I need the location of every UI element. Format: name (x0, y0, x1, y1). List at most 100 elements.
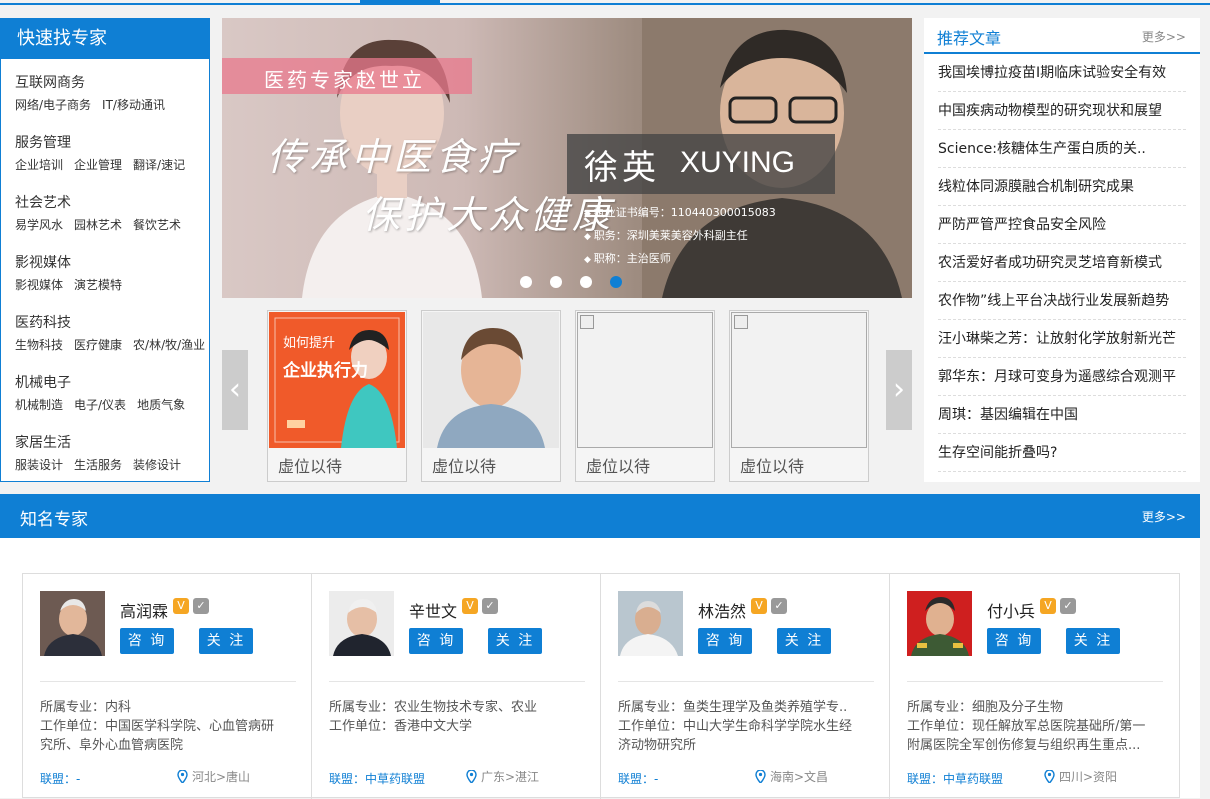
location-pin-icon (755, 770, 766, 783)
expert-league[interactable]: 联盟：中草药联盟 (907, 770, 1003, 787)
expert-thumb[interactable]: 虚位以待 (421, 310, 561, 482)
expert-league[interactable]: 联盟：- (40, 770, 80, 787)
article-link[interactable]: 农活爱好者成功研究灵芝培育新模式 (938, 244, 1186, 282)
experts-more-link[interactable]: 更多>> (1142, 508, 1186, 525)
carousel-dot-active[interactable] (610, 276, 622, 288)
expert-location-text: 广东>湛江 (481, 770, 540, 784)
category-sublink[interactable]: 易学风水 (15, 218, 63, 232)
category-sublink[interactable]: IT/移动通讯 (102, 98, 165, 112)
follow-button[interactable]: 关 注 (777, 628, 831, 654)
category-sublink[interactable]: 园林艺术 (74, 218, 122, 232)
article-link[interactable]: 郭华东：月球可变身为遥感综合观测平 (938, 358, 1186, 396)
verified-shield-icon: ✓ (193, 598, 209, 614)
category-sublink[interactable]: 服装设计 (15, 458, 63, 472)
category-group: 服务管理企业培训 企业管理 翻译/速记 (1, 133, 209, 179)
expert-location-text: 海南>文昌 (770, 770, 829, 784)
category-title[interactable]: 服务管理 (15, 133, 209, 153)
articles-more-link[interactable]: 更多>> (1142, 28, 1186, 45)
category-sublink[interactable]: 地质气象 (137, 398, 185, 412)
category-sublink[interactable]: 生活服务 (74, 458, 122, 472)
expert-photo[interactable] (907, 591, 972, 656)
category-sublink[interactable]: 演艺模特 (74, 278, 122, 292)
carousel-dot[interactable] (520, 276, 532, 288)
consult-button[interactable]: 咨 询 (987, 628, 1041, 654)
article-link[interactable]: 汪小琳柴之芳：让放射化学放射新光芒 (938, 320, 1186, 358)
consult-button[interactable]: 咨 询 (698, 628, 752, 654)
category-sublink[interactable]: 网络/电子商务 (15, 98, 91, 112)
expert-name[interactable]: 辛世文 (409, 598, 457, 622)
chevron-left-icon[interactable]: ‹ (222, 350, 248, 430)
verified-shield-icon: ✓ (771, 598, 787, 614)
location-pin-icon (177, 770, 188, 783)
hero-banner[interactable]: 医药专家赵世立 传承中医食疗 保护大众健康 徐英 XUYING 执业证书编号：1… (222, 18, 912, 298)
banner-info-line: 执业证书编号：110440300015083 (584, 202, 776, 225)
category-sublink[interactable]: 机械制造 (15, 398, 63, 412)
expert-badges: V ✓ (751, 598, 791, 614)
carousel-dot[interactable] (580, 276, 592, 288)
category-sublinks: 生物科技 医疗健康 农/林/牧/渔业 (15, 336, 209, 353)
promo-thumb-image: 如何提升 企业执行力 (269, 312, 405, 448)
expert-details: 所属专业：鱼类生理学及鱼类养殖学专.. 工作单位：中山大学生命科学学院水生经 济动物… (618, 698, 874, 755)
category-sublink[interactable]: 企业管理 (74, 158, 122, 172)
expert-name[interactable]: 高润霖 (120, 598, 168, 622)
banner-name-cn: 徐英 (584, 148, 660, 188)
category-sublink[interactable]: 装修设计 (133, 458, 181, 472)
article-link[interactable]: 周琪：基因编辑在中国 (938, 396, 1186, 434)
expert-photo[interactable] (40, 591, 105, 656)
category-sublink[interactable]: 电子/仪表 (74, 398, 126, 412)
chevron-right-icon[interactable]: › (886, 350, 912, 430)
category-title[interactable]: 社会艺术 (15, 193, 209, 213)
consult-button[interactable]: 咨 询 (409, 628, 463, 654)
expert-name[interactable]: 林浩然 (698, 598, 746, 622)
expert-thumb[interactable]: 虚位以待 (729, 310, 869, 482)
expert-league[interactable]: 联盟：- (618, 770, 658, 787)
broken-image-icon (731, 312, 867, 448)
category-groups: 互联网商务网络/电子商务 IT/移动通讯服务管理企业培训 企业管理 翻译/速记社会艺术… (1, 73, 209, 479)
expert-photo[interactable] (329, 591, 394, 656)
category-group: 互联网商务网络/电子商务 IT/移动通讯 (1, 73, 209, 119)
category-title[interactable]: 机械电子 (15, 373, 209, 393)
follow-button[interactable]: 关 注 (488, 628, 542, 654)
category-title[interactable]: 互联网商务 (15, 73, 209, 93)
category-sublink[interactable]: 医疗健康 (74, 338, 122, 352)
article-link[interactable]: 中国疾病动物模型的研究现状和展望 (938, 92, 1186, 130)
consult-button[interactable]: 咨 询 (120, 628, 174, 654)
carousel-dot[interactable] (550, 276, 562, 288)
article-link[interactable]: Science:核糖体生产蛋白质的关.. (938, 130, 1186, 168)
category-title[interactable]: 影视媒体 (15, 253, 209, 273)
expert-portrait-graphic (907, 591, 972, 656)
article-list: 我国埃博拉疫苗I期临床试验安全有效 中国疾病动物模型的研究现状和展望 Science… (924, 54, 1200, 472)
promo-text-line2: 企业执行力 (283, 361, 368, 381)
expert-portrait-graphic (40, 591, 105, 656)
follow-button[interactable]: 关 注 (1066, 628, 1120, 654)
recommended-articles: 推荐文章 更多>> 我国埃博拉疫苗I期临床试验安全有效 中国疾病动物模型的研究现状… (924, 18, 1200, 482)
follow-button[interactable]: 关 注 (199, 628, 253, 654)
category-sublink[interactable]: 翻译/速记 (133, 158, 185, 172)
category-title[interactable]: 医药科技 (15, 313, 209, 333)
category-title[interactable]: 家居生活 (15, 433, 209, 453)
expert-photo[interactable] (618, 591, 683, 656)
expert-thumb[interactable]: 如何提升 企业执行力 虚位以待 (267, 310, 407, 482)
article-link[interactable]: 农作物”线上平台决战行业发展新趋势 (938, 282, 1186, 320)
expert-category-panel: 快速找专家 互联网商务 网络/电子商务 IT/移动通讯 服务管理 企业培训 企业管理 翻译/… (0, 18, 210, 482)
thumb-caption: 虚位以待 (586, 457, 651, 476)
category-group: 影视媒体 影视媒体 演艺模特 (1, 253, 209, 299)
category-group: 社会艺术易学风水 园林艺术 餐饮艺术 (1, 193, 209, 239)
article-link[interactable]: 线粒体同源膜融合机制研究成果 (938, 168, 1186, 206)
category-sublink[interactable]: 影视媒体 (15, 278, 63, 292)
category-sublink[interactable]: 农/林/牧/渔业 (133, 338, 205, 352)
category-sublink[interactable]: 生物科技 (15, 338, 63, 352)
expert-league[interactable]: 联盟：中草药联盟 (329, 770, 425, 787)
category-sublink[interactable]: 企业培训 (15, 158, 63, 172)
category-sublinks: 服装设计 生活服务 装修设计 (15, 456, 209, 473)
expert-thumb[interactable]: 虚位以待 (575, 310, 715, 482)
category-sublink[interactable]: 餐饮艺术 (133, 218, 181, 232)
expert-location: 河北>唐山 (177, 768, 250, 785)
card-divider (907, 681, 1163, 682)
expert-name[interactable]: 付小兵 (987, 598, 1035, 622)
location-pin-icon (466, 770, 477, 783)
article-link[interactable]: 生存空间能折叠吗? (938, 434, 1186, 472)
expert-card: 付小兵 V ✓ 咨 询关 注所属专业：细胞及分子生物 工作单位：现任解放军总医院基础所/… (890, 574, 1179, 799)
article-link[interactable]: 我国埃博拉疫苗I期临床试验安全有效 (938, 54, 1186, 92)
article-link[interactable]: 严防严管严控食品安全风险 (938, 206, 1186, 244)
